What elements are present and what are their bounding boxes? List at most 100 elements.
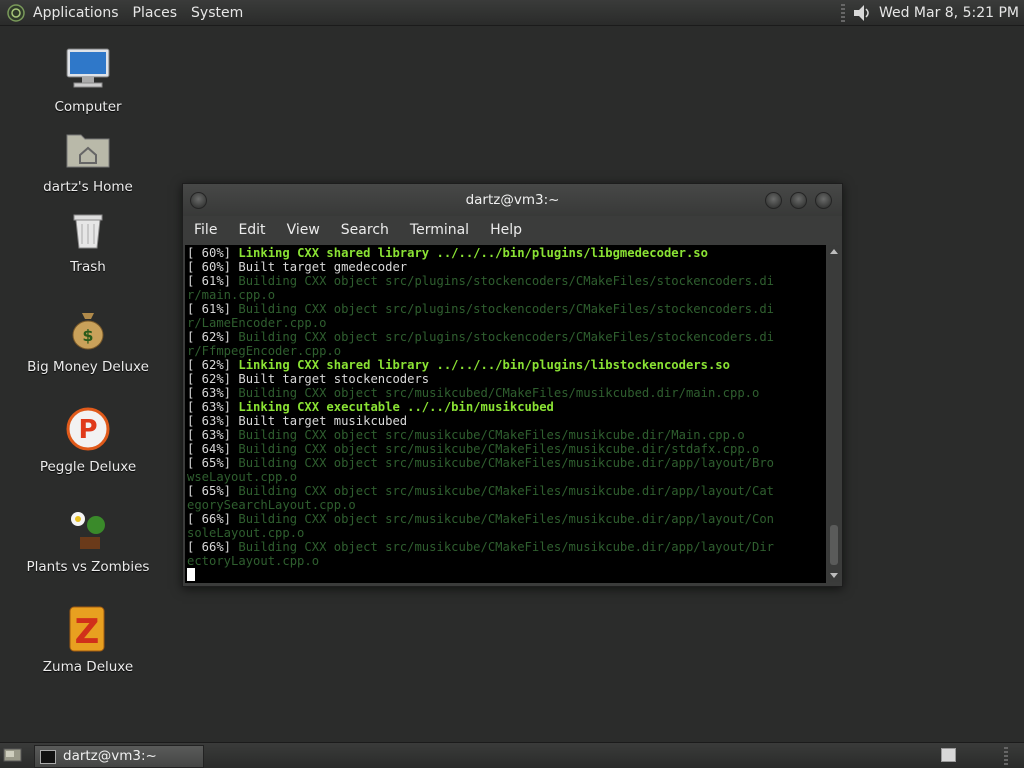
line-text: Building CXX object src/musikcube/CMakeF… bbox=[238, 484, 775, 498]
terminal-line: [ 60%] Built target gmedecoder bbox=[185, 260, 826, 274]
desktop-icon-trash[interactable]: Trash bbox=[18, 205, 158, 275]
zuma-icon: Z bbox=[69, 606, 105, 652]
window-title: dartz@vm3:~ bbox=[465, 192, 560, 208]
terminal-line: [ 61%] Building CXX object src/plugins/s… bbox=[185, 274, 826, 288]
progress-percent: [ 64%] bbox=[187, 442, 239, 456]
terminal-line: [ 66%] Building CXX object src/musikcube… bbox=[185, 540, 826, 554]
menu-edit[interactable]: Edit bbox=[238, 222, 265, 238]
terminal-line: [ 65%] Building CXX object src/musikcube… bbox=[185, 456, 826, 470]
desktop-icon-label: Peggle Deluxe bbox=[39, 459, 137, 475]
menu-view[interactable]: View bbox=[287, 222, 320, 238]
line-text: Built target stockencoders bbox=[238, 372, 430, 386]
workspace-switcher-icon[interactable] bbox=[941, 748, 956, 762]
desktop-icon-computer[interactable]: Computer bbox=[18, 45, 158, 115]
desktop-icon-label: dartz's Home bbox=[43, 179, 133, 195]
speaker-icon[interactable] bbox=[851, 3, 873, 23]
window-titlebar[interactable]: dartz@vm3:~ bbox=[183, 184, 842, 216]
line-text: soleLayout.cpp.o bbox=[187, 526, 305, 540]
line-text: r/FfmpegEncoder.cpp.o bbox=[187, 344, 342, 358]
home-folder-icon bbox=[66, 134, 110, 168]
menu-help[interactable]: Help bbox=[490, 222, 522, 238]
clock[interactable]: Wed Mar 8, 5:21 PM bbox=[879, 5, 1019, 21]
taskbar-terminal-button[interactable]: dartz@vm3:~ bbox=[34, 745, 204, 768]
line-text: Building CXX object src/musikcube/CMakeF… bbox=[238, 442, 760, 456]
desktop-icon-big-money[interactable]: $ Big Money Deluxe bbox=[18, 305, 158, 375]
panel-separator bbox=[840, 3, 845, 22]
terminal-output[interactable]: [ 60%] Linking CXX shared library ../../… bbox=[185, 245, 826, 583]
progress-percent: [ 62%] bbox=[187, 358, 239, 372]
menu-file[interactable]: File bbox=[194, 222, 217, 238]
top-panel: Applications Places System Wed Mar 8, 5:… bbox=[0, 0, 1024, 26]
money-bag-icon: $ bbox=[72, 313, 104, 350]
terminal-menubar: File Edit View Search Terminal Help bbox=[183, 216, 842, 244]
system-menu[interactable]: System bbox=[191, 5, 243, 21]
svg-text:P: P bbox=[78, 415, 97, 445]
progress-percent: [ 63%] bbox=[187, 428, 239, 442]
terminal-line: r/FfmpegEncoder.cpp.o bbox=[185, 344, 826, 358]
text-cursor bbox=[187, 568, 195, 581]
line-text: r/main.cpp.o bbox=[187, 288, 276, 302]
panel-separator bbox=[1004, 747, 1008, 765]
scrollbar-thumb[interactable] bbox=[830, 525, 838, 565]
close-button[interactable] bbox=[815, 192, 832, 209]
terminal-line: [ 63%] Linking CXX executable ../../bin/… bbox=[185, 400, 826, 414]
terminal-line: [ 63%] Built target musikcubed bbox=[185, 414, 826, 428]
line-text: Building CXX object src/musikcube/CMakeF… bbox=[238, 540, 775, 554]
terminal-line: egorySearchLayout.cpp.o bbox=[185, 498, 826, 512]
progress-percent: [ 62%] bbox=[187, 372, 239, 386]
places-menu[interactable]: Places bbox=[133, 5, 178, 21]
scroll-up-arrow-icon[interactable] bbox=[830, 249, 838, 254]
progress-percent: [ 63%] bbox=[187, 400, 239, 414]
svg-text:$: $ bbox=[82, 326, 93, 345]
desktop-icon-label: Big Money Deluxe bbox=[27, 359, 149, 375]
line-text: Building CXX object src/plugins/stockenc… bbox=[238, 274, 775, 288]
terminal-line: [ 60%] Linking CXX shared library ../../… bbox=[185, 246, 826, 260]
terminal-line: [ 64%] Building CXX object src/musikcube… bbox=[185, 442, 826, 456]
desktop-icon-label: Computer bbox=[54, 99, 122, 115]
progress-percent: [ 65%] bbox=[187, 484, 239, 498]
progress-percent: [ 66%] bbox=[187, 512, 239, 526]
terminal-line: [ 65%] Building CXX object src/musikcube… bbox=[185, 484, 826, 498]
line-text: Built target musikcubed bbox=[238, 414, 408, 428]
menu-terminal[interactable]: Terminal bbox=[410, 222, 469, 238]
desktop-icon-label: Trash bbox=[70, 259, 106, 275]
line-text: Building CXX object src/plugins/stockenc… bbox=[238, 302, 775, 316]
plants-icon bbox=[71, 512, 105, 549]
progress-percent: [ 61%] bbox=[187, 302, 239, 316]
menu-search[interactable]: Search bbox=[341, 222, 389, 238]
terminal-line: [ 66%] Building CXX object src/musikcube… bbox=[185, 512, 826, 526]
progress-percent: [ 61%] bbox=[187, 274, 239, 288]
progress-percent: [ 65%] bbox=[187, 456, 239, 470]
desktop-icon-plants[interactable]: Plants vs Zombies bbox=[18, 505, 158, 575]
terminal-window[interactable]: dartz@vm3:~ File Edit View Search Termin… bbox=[182, 183, 843, 587]
line-text: ectoryLayout.cpp.o bbox=[187, 554, 320, 568]
minimize-button[interactable] bbox=[765, 192, 782, 209]
line-text: Building CXX object src/musikcube/CMakeF… bbox=[238, 428, 745, 442]
terminal-prompt-line bbox=[185, 568, 826, 582]
progress-percent: [ 62%] bbox=[187, 330, 239, 344]
terminal-line: r/main.cpp.o bbox=[185, 288, 826, 302]
applications-menu[interactable]: Applications bbox=[33, 5, 119, 21]
terminal-line: [ 62%] Linking CXX shared library ../../… bbox=[185, 358, 826, 372]
window-menu-button[interactable] bbox=[190, 192, 207, 209]
terminal-scrollbar[interactable] bbox=[828, 245, 840, 582]
show-desktop-icon[interactable] bbox=[3, 746, 22, 763]
bottom-panel: dartz@vm3:~ bbox=[0, 742, 1024, 768]
desktop-icon-home[interactable]: dartz's Home bbox=[18, 125, 158, 195]
line-text: Building CXX object src/musikcubed/CMake… bbox=[238, 386, 760, 400]
desktop-icon-peggle[interactable]: P Peggle Deluxe bbox=[18, 405, 158, 475]
progress-percent: [ 66%] bbox=[187, 540, 239, 554]
scroll-down-arrow-icon[interactable] bbox=[830, 573, 838, 578]
desktop-icon-label: Zuma Deluxe bbox=[42, 659, 134, 675]
terminal-line: ectoryLayout.cpp.o bbox=[185, 554, 826, 568]
desktop-icon-zuma[interactable]: Z Zuma Deluxe bbox=[18, 605, 158, 675]
line-text: Linking CXX shared library ../../../bin/… bbox=[238, 358, 730, 372]
line-text: egorySearchLayout.cpp.o bbox=[187, 498, 356, 512]
line-text: Building CXX object src/plugins/stockenc… bbox=[238, 330, 775, 344]
progress-percent: [ 60%] bbox=[187, 260, 239, 274]
terminal-line: soleLayout.cpp.o bbox=[185, 526, 826, 540]
maximize-button[interactable] bbox=[790, 192, 807, 209]
gnome-foot-icon[interactable] bbox=[7, 3, 25, 22]
terminal-line: r/LameEncoder.cpp.o bbox=[185, 316, 826, 330]
line-text: Built target gmedecoder bbox=[238, 260, 408, 274]
